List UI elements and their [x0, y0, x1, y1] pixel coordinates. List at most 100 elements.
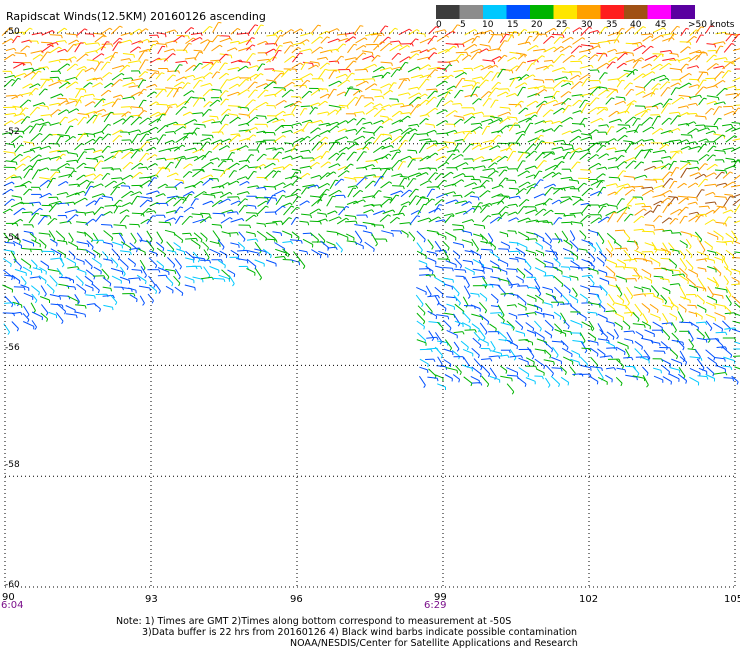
wind-barb-tick [425, 172, 429, 175]
wind-barb-tick [101, 53, 105, 56]
wind-barb-tick [688, 57, 692, 61]
wind-barb [13, 258, 22, 268]
wind-barb-tick [560, 45, 564, 49]
wind-barb [5, 74, 15, 79]
wind-barb-tick [175, 121, 179, 125]
wind-barb [146, 69, 159, 72]
wind-barb [552, 266, 563, 272]
wind-barb-tick [390, 135, 393, 139]
wind-barb [578, 248, 587, 251]
wind-barb-tick [162, 166, 166, 169]
wind-barb [165, 197, 174, 204]
wind-barb [371, 88, 381, 91]
wind-barb-tick [162, 113, 166, 116]
wind-barb [508, 187, 519, 190]
wind-barb-tick [274, 105, 277, 109]
wind-barb-tick [84, 305, 87, 309]
wind-barb [418, 142, 426, 154]
wind-barb-tick [302, 265, 306, 269]
wind-barb [534, 320, 542, 329]
wind-barb-tick [265, 177, 268, 181]
wind-barb [364, 180, 374, 189]
wind-barb [686, 36, 695, 44]
wind-barb-tick [495, 99, 499, 101]
wind-barb-tick [371, 102, 375, 105]
wind-barb [219, 191, 230, 198]
wind-barb [427, 257, 437, 262]
wind-barb [139, 152, 147, 163]
wind-barb-tick [116, 186, 120, 189]
wind-barb [166, 195, 178, 199]
wind-barb-tick [283, 256, 286, 260]
wind-barb [481, 215, 489, 223]
wind-barb-tick [610, 254, 613, 258]
wind-barb-tick [111, 237, 114, 241]
wind-barb [38, 88, 46, 96]
wind-barb-tick [93, 148, 96, 152]
wind-barb-tick [335, 125, 339, 129]
wind-barb-tick [619, 293, 623, 297]
wind-barb-tick [549, 240, 553, 244]
wind-barb [427, 35, 435, 45]
wind-barb [263, 185, 275, 188]
wind-barb-tick [622, 300, 625, 304]
wind-barb-tick [671, 304, 675, 308]
wind-barb-tick [108, 133, 112, 136]
wind-barb [121, 190, 132, 199]
wind-barb-tick [702, 249, 706, 253]
wind-barb-tick [89, 82, 93, 85]
wind-barb [309, 61, 319, 64]
wind-barb-tick [194, 147, 198, 151]
wind-barb-tick [155, 126, 159, 130]
wind-barb [542, 142, 555, 144]
wind-barb-tick [136, 299, 138, 303]
wind-barb-tick [86, 133, 89, 138]
wind-barb [140, 130, 149, 135]
wind-barb-tick [602, 263, 605, 267]
wind-barb [344, 214, 356, 217]
wind-barb [202, 89, 211, 97]
wind-barb-tick [572, 81, 574, 85]
wind-barb [445, 231, 457, 238]
wind-barb-tick [375, 243, 378, 247]
wind-barb [263, 81, 274, 90]
wind-barb-tick [140, 162, 144, 166]
wind-barb [156, 103, 168, 106]
wind-barb-tick [371, 136, 375, 140]
wind-barb [578, 54, 586, 61]
wind-barb [677, 105, 687, 109]
wind-barb [452, 173, 464, 179]
wind-barb [479, 322, 488, 333]
wind-barb [217, 160, 224, 168]
wind-barb [346, 240, 356, 243]
wind-barb-tick [498, 48, 502, 52]
wind-barb [328, 80, 340, 87]
wind-barb [597, 205, 604, 214]
wind-barb-tick [507, 117, 511, 121]
wind-barb-tick [111, 43, 114, 47]
wind-barb-tick [409, 127, 413, 130]
wind-barb-tick [282, 189, 286, 193]
wind-barb [525, 150, 535, 159]
wind-barb-tick [500, 312, 503, 316]
wind-barb [389, 128, 401, 134]
wind-barb-tick [134, 263, 136, 268]
wind-barb-tick [99, 197, 103, 200]
wind-barb-tick [65, 215, 68, 219]
wind-barb [67, 152, 78, 155]
wind-barb [64, 209, 76, 214]
wind-barb [13, 207, 24, 216]
wind-barb [68, 250, 76, 258]
wind-barb-tick [29, 188, 33, 191]
wind-barb-tick [247, 107, 250, 112]
wind-barb-tick [263, 164, 267, 167]
wind-barb [688, 233, 699, 238]
wind-barb [399, 115, 409, 123]
wind-barb [103, 230, 114, 239]
wind-barb-tick [633, 100, 637, 103]
wind-barb-tick [21, 107, 23, 111]
wind-barb [148, 72, 156, 79]
wind-barb [39, 179, 49, 187]
wind-barb-tick [51, 79, 54, 83]
wind-barb-tick [538, 293, 542, 297]
